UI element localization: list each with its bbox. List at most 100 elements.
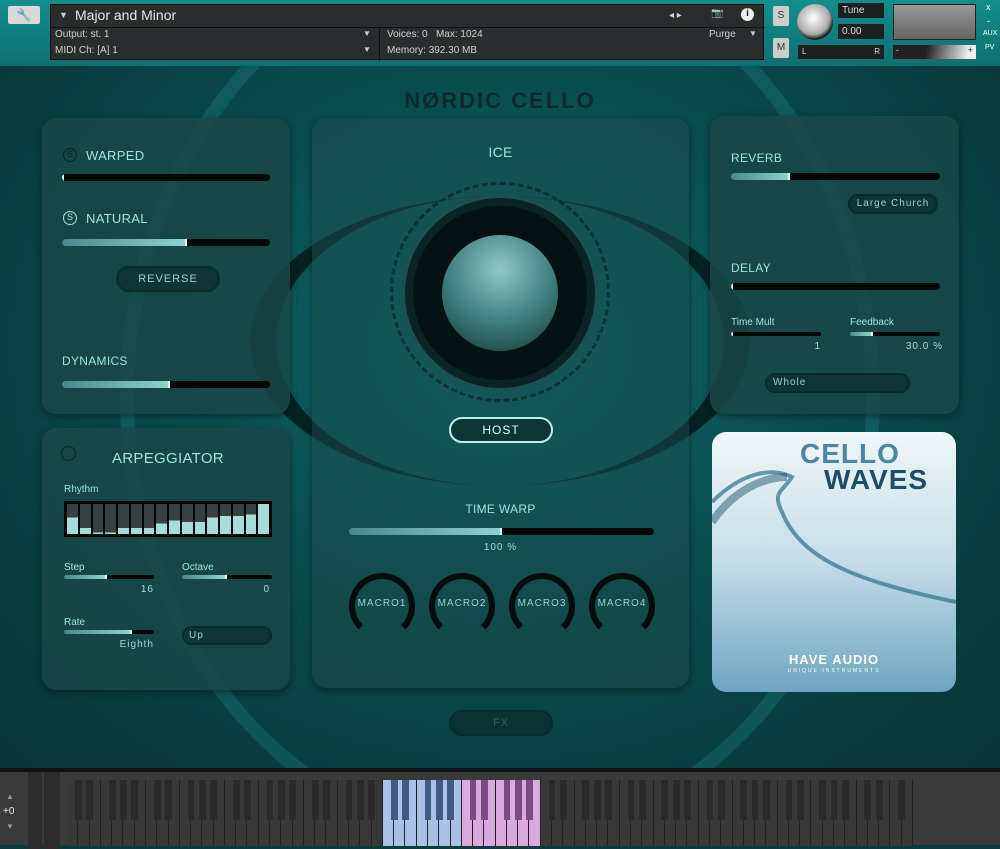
ice-knob[interactable] xyxy=(405,198,595,388)
black-key[interactable] xyxy=(391,780,398,820)
output-value[interactable]: st. 1 xyxy=(91,29,110,40)
black-key[interactable] xyxy=(707,780,714,820)
black-key[interactable] xyxy=(368,780,375,820)
rhythm-step[interactable] xyxy=(118,504,129,534)
midi-value[interactable]: [A] 1 xyxy=(97,45,118,56)
info-icon[interactable]: i xyxy=(741,8,754,21)
black-key[interactable] xyxy=(628,780,635,820)
rhythm-step[interactable] xyxy=(156,504,167,534)
black-key[interactable] xyxy=(639,780,646,820)
time-mult-slider[interactable] xyxy=(731,332,821,336)
black-key[interactable] xyxy=(267,780,274,820)
black-key[interactable] xyxy=(594,780,601,820)
black-key[interactable] xyxy=(120,780,127,820)
black-key[interactable] xyxy=(797,780,804,820)
black-key[interactable] xyxy=(515,780,522,820)
black-key[interactable] xyxy=(188,780,195,820)
rhythm-step[interactable] xyxy=(80,504,91,534)
black-key[interactable] xyxy=(504,780,511,820)
black-key[interactable] xyxy=(323,780,330,820)
camera-icon[interactable]: 📷 xyxy=(711,8,723,19)
black-key[interactable] xyxy=(673,780,680,820)
rhythm-step-sequencer[interactable] xyxy=(64,501,272,537)
black-key[interactable] xyxy=(661,780,668,820)
dynamics-slider[interactable] xyxy=(62,381,270,388)
warped-slider[interactable] xyxy=(62,174,270,181)
black-key[interactable] xyxy=(898,780,905,820)
black-key[interactable] xyxy=(842,780,849,820)
black-key[interactable] xyxy=(718,780,725,820)
black-key[interactable] xyxy=(526,780,533,820)
black-key[interactable] xyxy=(154,780,161,820)
black-key[interactable] xyxy=(165,780,172,820)
natural-slider[interactable] xyxy=(62,239,270,246)
mute-button[interactable]: M xyxy=(773,38,789,58)
black-key[interactable] xyxy=(549,780,556,820)
pan-slider[interactable]: LR xyxy=(798,45,884,59)
rhythm-step[interactable] xyxy=(169,504,180,534)
black-key[interactable] xyxy=(233,780,240,820)
tune-value[interactable]: 0.00 xyxy=(838,24,884,39)
black-key[interactable] xyxy=(740,780,747,820)
octave-slider[interactable] xyxy=(182,575,272,579)
solo-warped-icon[interactable]: S xyxy=(63,148,77,162)
black-key[interactable] xyxy=(131,780,138,820)
rhythm-step[interactable] xyxy=(67,504,78,534)
volume-slider[interactable]: -+ xyxy=(893,45,976,59)
time-warp-slider[interactable] xyxy=(349,528,654,535)
black-key[interactable] xyxy=(312,780,319,820)
rhythm-step[interactable] xyxy=(93,504,104,534)
black-key[interactable] xyxy=(357,780,364,820)
black-key[interactable] xyxy=(75,780,82,820)
fx-button[interactable]: FX xyxy=(449,710,553,736)
aux-button[interactable]: AUX xyxy=(983,30,997,37)
midi-dropdown-icon[interactable]: ▼ xyxy=(363,45,371,54)
prev-next-icon[interactable]: ◂ ▸ xyxy=(669,10,682,21)
rhythm-step[interactable] xyxy=(246,504,257,534)
piano-keyboard[interactable] xyxy=(67,780,913,846)
rhythm-step[interactable] xyxy=(258,504,269,534)
black-key[interactable] xyxy=(763,780,770,820)
black-key[interactable] xyxy=(447,780,454,820)
black-key[interactable] xyxy=(346,780,353,820)
black-key[interactable] xyxy=(244,780,251,820)
black-key[interactable] xyxy=(481,780,488,820)
rhythm-step[interactable] xyxy=(220,504,231,534)
rhythm-step[interactable] xyxy=(233,504,244,534)
black-key[interactable] xyxy=(560,780,567,820)
purge-button[interactable]: Purge xyxy=(709,29,736,40)
max-value[interactable]: 1024 xyxy=(460,29,482,40)
vol-minus[interactable]: - xyxy=(896,45,899,55)
host-button[interactable]: HOST xyxy=(449,417,553,443)
rhythm-step[interactable] xyxy=(182,504,193,534)
black-key[interactable] xyxy=(876,780,883,820)
dropdown-arrow-icon[interactable]: ▼ xyxy=(59,10,68,20)
black-key[interactable] xyxy=(582,780,589,820)
mod-wheel[interactable] xyxy=(44,772,60,849)
reverb-type-menu[interactable]: Large Church xyxy=(848,194,938,214)
vol-plus[interactable]: + xyxy=(968,45,973,55)
direction-menu[interactable]: Up xyxy=(182,626,272,645)
black-key[interactable] xyxy=(819,780,826,820)
close-button[interactable]: x xyxy=(986,2,991,12)
black-key[interactable] xyxy=(425,780,432,820)
delay-slider[interactable] xyxy=(731,283,940,290)
feedback-slider[interactable] xyxy=(850,332,940,336)
black-key[interactable] xyxy=(86,780,93,820)
black-key[interactable] xyxy=(786,780,793,820)
purge-dropdown-icon[interactable]: ▼ xyxy=(749,29,757,38)
instrument-name[interactable]: Major and Minor xyxy=(75,7,176,23)
octave-up-icon[interactable]: ▲ xyxy=(6,792,14,801)
tune-knob[interactable] xyxy=(797,4,833,40)
rhythm-step[interactable] xyxy=(131,504,142,534)
pitch-wheel[interactable] xyxy=(28,772,42,849)
pv-button[interactable]: PV xyxy=(985,44,994,51)
power-icon[interactable] xyxy=(61,446,76,461)
black-key[interactable] xyxy=(752,780,759,820)
black-key[interactable] xyxy=(210,780,217,820)
black-key[interactable] xyxy=(278,780,285,820)
rhythm-step[interactable] xyxy=(105,504,116,534)
output-dropdown-icon[interactable]: ▼ xyxy=(363,29,371,38)
black-key[interactable] xyxy=(684,780,691,820)
step-slider[interactable] xyxy=(64,575,154,579)
